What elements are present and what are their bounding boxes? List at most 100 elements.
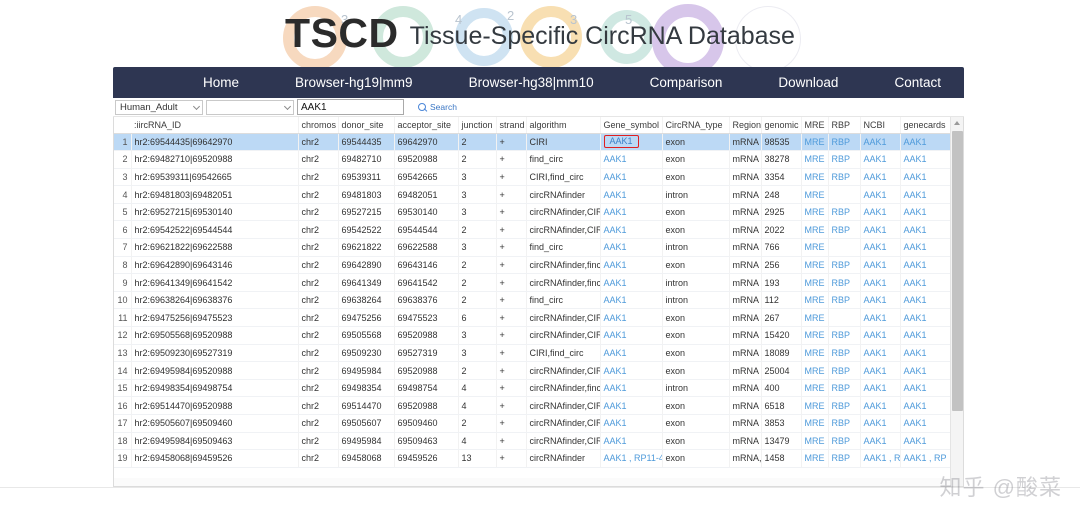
mre-link[interactable]: MRE: [805, 225, 825, 235]
col-chromos[interactable]: chromos: [298, 117, 338, 133]
nav-download[interactable]: Download: [778, 75, 838, 90]
mre-link[interactable]: MRE: [805, 154, 825, 164]
table-row[interactable]: 8hr2:69642890|69643146chr269642890696431…: [114, 256, 950, 274]
gene_symbol-link[interactable]: AAK1: [604, 190, 627, 200]
search-button[interactable]: Search: [418, 102, 457, 112]
col-rbp[interactable]: RBP: [828, 117, 860, 133]
cell-rbp[interactable]: RBP: [828, 327, 860, 345]
table-row[interactable]: 12hr2:69505568|69520988chr26950556869520…: [114, 327, 950, 345]
cell-mre[interactable]: MRE: [801, 203, 828, 221]
cell-mre[interactable]: MRE: [801, 168, 828, 186]
col-region[interactable]: Region: [729, 117, 761, 133]
cell-gene_symbol[interactable]: AAK1: [600, 362, 662, 380]
cell-gene_symbol[interactable]: AAK1: [600, 168, 662, 186]
gene_symbol-link[interactable]: AAK1: [604, 383, 627, 393]
mre-link[interactable]: MRE: [805, 242, 825, 252]
cell-rbp[interactable]: RBP: [828, 291, 860, 309]
table-row[interactable]: 14hr2:69495984|69520988chr26949598469520…: [114, 362, 950, 380]
gene_symbol-link[interactable]: AAK1: [604, 313, 627, 323]
col-donor_site[interactable]: donor_site: [338, 117, 394, 133]
table-row[interactable]: 15hr2:69498354|69498754chr26949835469498…: [114, 379, 950, 397]
cell-genecards[interactable]: AAK1: [900, 256, 950, 274]
cell-rbp[interactable]: RBP: [828, 151, 860, 169]
nav-browser-hg19[interactable]: Browser-hg19|mm9: [295, 75, 413, 90]
nav-browser-hg38[interactable]: Browser-hg38|mm10: [469, 75, 594, 90]
table-row[interactable]: 5hr2:69527215|69530140chr269527215695301…: [114, 203, 950, 221]
ncbi-link[interactable]: AAK1: [864, 330, 887, 340]
search-input[interactable]: AAK1: [297, 99, 404, 115]
ncbi-link[interactable]: AAK1: [864, 383, 887, 393]
cell-rbp[interactable]: RBP: [828, 450, 860, 468]
cell-rbp[interactable]: RBP: [828, 362, 860, 380]
ncbi-link[interactable]: AAK1: [864, 137, 887, 147]
genecards-link[interactable]: AAK1 , RP: [904, 453, 947, 463]
horizontal-scrollbar[interactable]: [114, 478, 952, 486]
col-ncbi[interactable]: NCBI: [860, 117, 900, 133]
table-row[interactable]: 9hr2:69641349|69641542chr269641349696415…: [114, 274, 950, 292]
cell-genecards[interactable]: AAK1: [900, 133, 950, 151]
gene_symbol-link[interactable]: AAK1: [604, 154, 627, 164]
ncbi-link[interactable]: AAK1: [864, 207, 887, 217]
col-circrna_id[interactable]: :iircRNA_ID: [131, 117, 298, 133]
genecards-link[interactable]: AAK1: [904, 172, 927, 182]
nav-contact[interactable]: Contact: [894, 75, 941, 90]
mre-link[interactable]: MRE: [805, 366, 825, 376]
genecards-link[interactable]: AAK1: [904, 418, 927, 428]
rbp-link[interactable]: RBP: [832, 348, 851, 358]
cell-mre[interactable]: MRE: [801, 309, 828, 327]
table-row[interactable]: 6hr2:69542522|69544544chr269542522695445…: [114, 221, 950, 239]
gene_symbol-link[interactable]: AAK1: [604, 278, 627, 288]
cell-mre[interactable]: MRE: [801, 133, 828, 151]
gene_symbol-link[interactable]: AAK1: [604, 172, 627, 182]
cell-rbp[interactable]: [828, 239, 860, 257]
vertical-scrollbar-thumb[interactable]: [952, 131, 963, 411]
rbp-link[interactable]: RBP: [832, 418, 851, 428]
table-row[interactable]: 19hr2:69458068|69459526chr26945806869459…: [114, 450, 950, 468]
cell-rbp[interactable]: RBP: [828, 344, 860, 362]
cell-mre[interactable]: MRE: [801, 344, 828, 362]
cell-genecards[interactable]: AAK1: [900, 397, 950, 415]
gene_symbol-link[interactable]: AAK1: [604, 348, 627, 358]
rbp-link[interactable]: RBP: [832, 278, 851, 288]
cell-ncbi[interactable]: AAK1: [860, 415, 900, 433]
ncbi-link[interactable]: AAK1: [864, 278, 887, 288]
cell-gene_symbol[interactable]: AAK1 , RP11-427H:: [600, 450, 662, 468]
table-row[interactable]: 7hr2:69621822|69622588chr269621822696225…: [114, 239, 950, 257]
genecards-link[interactable]: AAK1: [904, 383, 927, 393]
cell-ncbi[interactable]: AAK1: [860, 133, 900, 151]
cell-rbp[interactable]: RBP: [828, 397, 860, 415]
genecards-link[interactable]: AAK1: [904, 207, 927, 217]
cell-rbp[interactable]: RBP: [828, 133, 860, 151]
cell-genecards[interactable]: AAK1: [900, 327, 950, 345]
gene_symbol-link[interactable]: AAK1: [604, 207, 627, 217]
cell-ncbi[interactable]: AAK1 , RP: [860, 450, 900, 468]
ncbi-link[interactable]: AAK1: [864, 348, 887, 358]
cell-rbp[interactable]: RBP: [828, 379, 860, 397]
cell-rbp[interactable]: RBP: [828, 274, 860, 292]
genecards-link[interactable]: AAK1: [904, 401, 927, 411]
rbp-link[interactable]: RBP: [832, 436, 851, 446]
cell-mre[interactable]: MRE: [801, 186, 828, 204]
cell-rbp[interactable]: RBP: [828, 203, 860, 221]
rbp-link[interactable]: RBP: [832, 383, 851, 393]
cell-gene_symbol[interactable]: AAK1: [600, 221, 662, 239]
genecards-link[interactable]: AAK1: [904, 313, 927, 323]
tissue-select[interactable]: [206, 100, 294, 115]
cell-ncbi[interactable]: AAK1: [860, 362, 900, 380]
mre-link[interactable]: MRE: [805, 190, 825, 200]
cell-mre[interactable]: MRE: [801, 151, 828, 169]
cell-gene_symbol[interactable]: AAK1: [600, 274, 662, 292]
genecards-link[interactable]: AAK1: [904, 295, 927, 305]
cell-genecards[interactable]: AAK1: [900, 309, 950, 327]
rbp-link[interactable]: RBP: [832, 225, 851, 235]
cell-mre[interactable]: MRE: [801, 221, 828, 239]
genecards-link[interactable]: AAK1: [904, 154, 927, 164]
col-junction[interactable]: junction: [458, 117, 496, 133]
cell-ncbi[interactable]: AAK1: [860, 221, 900, 239]
table-row[interactable]: 17hr2:69505607|69509460chr26950560769509…: [114, 415, 950, 433]
cell-mre[interactable]: MRE: [801, 450, 828, 468]
mre-link[interactable]: MRE: [805, 207, 825, 217]
site-logo[interactable]: TSCD Tissue-Specific CircRNA Database: [0, 0, 1080, 67]
cell-gene_symbol[interactable]: AAK1: [600, 397, 662, 415]
cell-ncbi[interactable]: AAK1: [860, 274, 900, 292]
